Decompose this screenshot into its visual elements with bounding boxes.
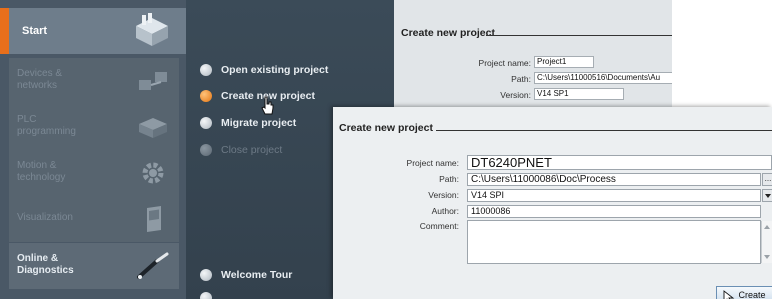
chevron-down-icon (765, 194, 771, 198)
active-indicator (0, 8, 9, 54)
nav-item-label: Devices & networks (17, 68, 63, 91)
create-button-label: Create (738, 289, 766, 299)
nav-item-devices-networks[interactable]: Devices & networks (9, 58, 179, 104)
browse-button[interactable]: ... (762, 173, 772, 186)
nav-item-start[interactable]: Start (0, 8, 186, 54)
start-icon (136, 13, 168, 46)
plc-icon (139, 118, 167, 138)
action-label: Close project (221, 144, 283, 156)
bullet-icon (200, 144, 212, 156)
project-name-label: Project name: (478, 58, 531, 68)
comment-scrollbar[interactable] (761, 221, 772, 263)
bullet-icon (200, 117, 212, 129)
scroll-up-icon (764, 225, 770, 229)
project-name-field[interactable]: Project1 (534, 56, 594, 68)
author-label: Author: (431, 206, 459, 216)
bullet-icon (200, 64, 212, 76)
background-area (672, 0, 772, 108)
nav-item-motion-technology[interactable]: Motion & technology (9, 150, 179, 196)
dialog-title: Create new project (339, 122, 433, 134)
project-name-label: Project name: (406, 158, 459, 168)
project-name-field[interactable]: DT6240PNET (467, 155, 772, 170)
author-field[interactable]: 11000086 (467, 205, 761, 218)
welcome-tour-action[interactable]: Welcome Tour (200, 267, 292, 283)
more-action[interactable] (200, 290, 221, 299)
path-label: Path: (511, 74, 531, 84)
gear-icon (142, 162, 164, 184)
open-existing-project-action[interactable]: Open existing project (200, 62, 328, 78)
title-divider (436, 130, 772, 131)
scroll-down-icon (764, 255, 770, 259)
bullet-icon (200, 269, 212, 281)
version-dropdown-button[interactable] (762, 189, 772, 202)
bullet-icon (200, 292, 212, 299)
comment-label: Comment: (419, 221, 459, 231)
create-new-project-action[interactable]: Create new project (200, 88, 315, 104)
version-select[interactable]: V14 SPI (467, 189, 761, 202)
action-label: Welcome Tour (221, 269, 293, 281)
selected-bullet-icon (200, 90, 212, 102)
hand-cursor-icon (261, 96, 274, 115)
nav-item-label: PLC programming (17, 114, 76, 137)
panel-icon (147, 206, 161, 232)
version-label: Version: (500, 90, 531, 100)
nav-item-label: Start (22, 25, 48, 37)
version-field[interactable]: V14 SP1 (534, 88, 624, 100)
probe-icon (137, 252, 169, 279)
nav-item-plc-programming[interactable]: PLC programming (9, 104, 179, 150)
create-project-dialog: Create new project Project name: DT6240P… (333, 107, 772, 299)
path-label: Path: (439, 174, 459, 184)
close-project-action: Close project (200, 142, 282, 158)
action-label: Open existing project (221, 64, 329, 76)
nav-item-online-diagnostics[interactable]: Online & Diagnostics (9, 243, 179, 289)
comment-textarea[interactable] (467, 220, 761, 264)
migrate-project-action[interactable]: Migrate project (200, 115, 296, 131)
portal-nav: Start Devices & networks PLC programming… (0, 0, 186, 299)
nav-item-label: Visualization (17, 212, 73, 223)
network-icon (139, 72, 167, 90)
dialog-title: Create new project (401, 27, 495, 39)
arrow-cursor-icon (723, 290, 735, 299)
nav-item-label: Motion & technology (17, 160, 66, 183)
version-label: Version: (428, 190, 459, 200)
nav-item-label: Online & Diagnostics (17, 253, 74, 276)
path-field[interactable]: C:\Users\11000086\Doc\Process (467, 173, 761, 186)
nav-item-visualization[interactable]: Visualization (9, 196, 179, 242)
action-label: Migrate project (221, 117, 297, 129)
